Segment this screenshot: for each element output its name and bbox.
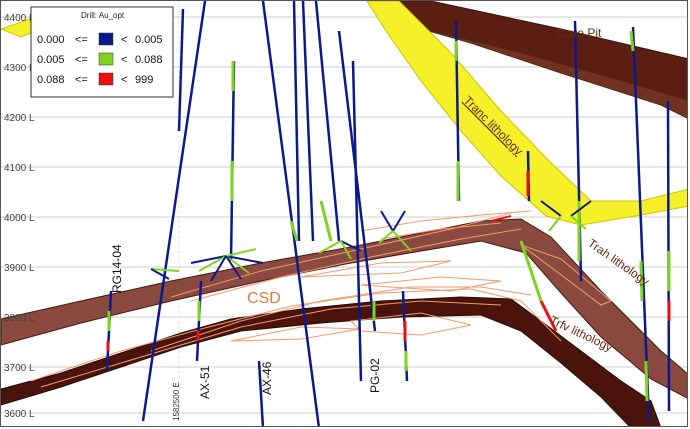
drill-hole	[314, 1, 341, 242]
legend-title: Drill: Au_opt	[81, 11, 125, 20]
legend-swatch-mid	[98, 52, 114, 66]
hole-label-pg-02: PG-02	[368, 358, 382, 393]
easting-label: 1582500 E	[172, 382, 181, 421]
legend-high: 0.088	[135, 54, 163, 66]
legend-low: 0.088	[37, 74, 65, 86]
legend-high: 999	[135, 74, 153, 86]
cross-section-canvas: 4400 L 4300 L 4200 L 4100 L 4000 L 3900 …	[1, 1, 687, 426]
elevation-label: 4300 L	[4, 63, 35, 74]
csd-label: CSD	[247, 290, 281, 307]
drill-hole	[351, 60, 363, 382]
elevation-label: 4400 L	[4, 13, 35, 24]
elevation-label: 3800 L	[4, 313, 35, 324]
elevation-labels: 4400 L 4300 L 4200 L 4100 L 4000 L 3900 …	[4, 13, 35, 420]
elevation-label: 3700 L	[4, 363, 35, 374]
legend-high: 0.005	[135, 34, 163, 46]
legend-op: <=	[75, 54, 88, 66]
drill-hole	[177, 8, 185, 132]
elevation-label: 3900 L	[4, 263, 35, 274]
legend-op: <=	[75, 34, 88, 46]
legend-op: <	[121, 54, 127, 66]
legend-op: <	[121, 74, 127, 86]
elevation-label: 3600 L	[4, 409, 35, 420]
hole-label-ax-46: AX-46	[260, 361, 274, 395]
legend-swatch-low	[98, 32, 114, 46]
legend-swatch-high	[98, 72, 114, 86]
drill-hole	[292, 1, 301, 242]
drill-hole	[301, 1, 315, 242]
grade-legend: Drill: Au_opt 0.000 <= < 0.005 0.005 <= …	[30, 6, 174, 98]
legend-low: 0.000	[37, 34, 65, 46]
hole-label-ax-51: AX-51	[198, 365, 212, 399]
elevation-label: 4000 L	[4, 213, 35, 224]
section-view: 4400 L 4300 L 4200 L 4100 L 4000 L 3900 …	[0, 0, 688, 427]
cove-pit-label: Cove Pit	[556, 26, 602, 40]
legend-op: <=	[75, 74, 88, 86]
elevation-label: 4100 L	[4, 163, 35, 174]
legend-low: 0.005	[37, 54, 65, 66]
legend-op: <	[121, 34, 127, 46]
hole-label-rg14-04: RG14-04	[110, 244, 124, 293]
elevation-label: 4200 L	[4, 113, 35, 124]
